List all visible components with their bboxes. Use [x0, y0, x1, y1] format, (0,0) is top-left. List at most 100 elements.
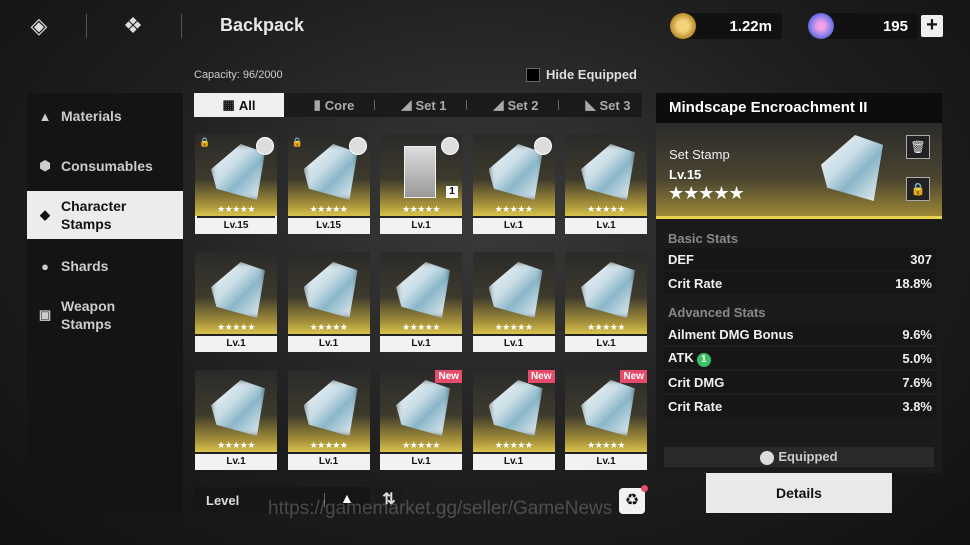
set-icon: ◢ — [401, 97, 412, 112]
stat-value: 307 — [910, 251, 932, 267]
stamp-card[interactable]: 1 ★★★★★ Lv.1 — [380, 134, 462, 234]
card-level: Lv.1 — [472, 336, 555, 352]
card-level: Lv.1 — [565, 218, 647, 234]
tab-set-3[interactable]: ◣ Set 3 — [568, 93, 648, 117]
sidebar-item-character-stamps[interactable]: ◆ Character Stamps — [27, 191, 183, 239]
stamp-card[interactable]: ★★★★★ Lv.1 — [472, 134, 555, 234]
sidebar-item-shards[interactable]: ● Shards — [27, 253, 183, 279]
set-icon: ◢ — [493, 97, 504, 112]
stat-row: Crit Rate 18.8% — [664, 272, 936, 294]
sidebar-item-label: Consumables — [61, 158, 153, 174]
page-title: Backpack — [220, 15, 305, 35]
stamp-card[interactable]: ★★★★★ Lv.1 — [472, 252, 555, 352]
rarity-stars: ★★★★★ — [402, 440, 440, 450]
card-level: Lv.1 — [380, 336, 462, 352]
stat-name: Ailment DMG Bonus — [668, 326, 794, 342]
sidebar-item-consumables[interactable]: ⬢ Consumables — [27, 153, 183, 179]
set-icon: ◣ — [585, 97, 596, 112]
lock-button[interactable]: 🔒 — [906, 177, 930, 201]
item-hero: Set Stamp Lv.15 ★★★★★ 🗑 🔒 — [656, 123, 942, 219]
divider — [86, 14, 87, 38]
item-title: Mindscape Encroachment II — [656, 93, 942, 123]
tab-all[interactable]: ▦ All — [194, 93, 284, 117]
stamp-card[interactable]: ★★★★★ Lv.1 — [565, 252, 647, 352]
tab-core[interactable]: ▮ Core — [294, 93, 374, 117]
equipped-avatar — [348, 137, 367, 155]
stat-value: 3.8% — [902, 398, 932, 414]
card-level: Lv.1 — [380, 218, 462, 234]
stat-name: Crit DMG — [668, 374, 725, 390]
nav-diamond-icon[interactable]: ❖ — [118, 12, 148, 40]
details-button[interactable]: Details — [706, 473, 892, 513]
recycle-button[interactable]: ♻ — [619, 485, 648, 514]
sidebar-item-label: Character Stamps — [61, 198, 127, 232]
menu-diamond-icon[interactable]: ◈ — [24, 12, 54, 40]
new-badge: New — [620, 370, 647, 383]
stat-name: Crit Rate — [668, 398, 723, 414]
stamp-card[interactable]: New ★★★★★ Lv.1 — [380, 370, 462, 470]
sidebar-item-weapon-stamps[interactable]: ▣ Weapon Stamps — [27, 295, 183, 335]
stamp-card[interactable]: ★★★★★ Lv.1 — [380, 252, 462, 352]
trash-button[interactable]: 🗑 — [906, 135, 930, 159]
rarity-stars: ★★★★★ — [217, 440, 255, 450]
stamp-card[interactable]: ★★★★★ Lv.1 — [565, 134, 647, 234]
stamp-grid: 🔒 ★★★★★ Lv.15 🔒 ★★★★★ Lv.15 1 ★★★★★ Lv.1 ★★★★★ Lv.… — [186, 124, 652, 476]
advanced-stats-header: Advanced Stats — [668, 305, 766, 320]
flask-icon: ▲ — [38, 108, 52, 124]
capacity-label: Capacity: 96/2000 — [194, 69, 283, 81]
stamp-card[interactable]: New ★★★★★ Lv.1 — [565, 370, 647, 470]
grid-icon: ▦ — [222, 97, 235, 112]
stat-name: DEF — [668, 251, 694, 267]
rarity-stars: ★★★★★ — [494, 204, 533, 214]
rarity-stars: ★★★★★ — [494, 322, 533, 332]
equipped-label: Equipped — [778, 449, 838, 464]
tab-label: Set 1 — [415, 97, 447, 113]
stamp-image — [821, 135, 883, 201]
lock-icon: 🔒 — [291, 137, 303, 147]
filter-tabs: ▦ All ▮ Core ◢ Set 1 ◢ Set 2 ◣ Set 3 — [194, 93, 642, 117]
person-icon: ● — [41, 258, 49, 274]
item-rarity-stars: ★★★★★ — [668, 183, 745, 203]
rarity-stars: ★★★★★ — [402, 322, 440, 332]
sidebar-item-label: Shards — [61, 258, 109, 274]
hide-equipped-label: Hide Equipped — [546, 67, 637, 82]
stamp-card[interactable]: ★★★★★ Lv.1 — [195, 370, 277, 470]
add-currency-button[interactable]: + — [921, 15, 943, 37]
sidebar-item-label: Weapon Stamps — [61, 298, 116, 332]
tab-set-2[interactable]: ◢ Set 2 — [476, 93, 556, 117]
rarity-stars: ★★★★★ — [402, 204, 440, 214]
stat-value: 18.8% — [895, 275, 932, 291]
stat-row: Crit DMG 7.6% — [664, 371, 936, 393]
gold-currency: 1.22m — [670, 13, 782, 39]
card-level: Lv.15 — [195, 218, 277, 234]
stamp-card[interactable]: ★★★★★ Lv.1 — [195, 252, 277, 352]
card-level: Lv.1 — [287, 454, 370, 470]
hide-equipped-toggle[interactable]: Hide Equipped — [526, 67, 637, 82]
lock-icon: 🔒 — [199, 137, 211, 147]
divider — [374, 100, 375, 110]
card-level: Lv.15 — [287, 218, 370, 234]
stamp-card[interactable]: New ★★★★★ Lv.1 — [472, 370, 555, 470]
card-icon: ▣ — [38, 307, 52, 322]
equipped-indicator: Equipped — [664, 447, 934, 467]
tab-set-1[interactable]: ◢ Set 1 — [384, 93, 464, 117]
hide-equipped-checkbox[interactable] — [526, 67, 540, 82]
avatar — [760, 450, 775, 465]
stamp-card[interactable]: 🔒 ★★★★★ Lv.15 — [195, 134, 277, 234]
equipped-avatar — [256, 137, 274, 155]
card-level: Lv.1 — [287, 336, 370, 352]
rarity-stars: ★★★★★ — [587, 322, 625, 332]
rarity-stars: ★★★★★ — [217, 322, 255, 332]
rarity-stars: ★★★★★ — [587, 204, 625, 214]
divider — [558, 100, 559, 110]
tab-label: Core — [324, 97, 355, 113]
sidebar-item-label: Materials — [61, 108, 122, 124]
stamp-card[interactable]: ★★★★★ Lv.1 — [287, 252, 370, 352]
sidebar-item-materials[interactable]: ▲ Materials — [27, 103, 183, 129]
stamp-card[interactable]: ★★★★★ Lv.1 — [287, 370, 370, 470]
rarity-stars: ★★★★★ — [309, 322, 348, 332]
gold-coin-icon — [670, 13, 696, 39]
stat-value: 7.6% — [902, 374, 932, 390]
equipped-avatar — [533, 137, 552, 155]
stamp-card[interactable]: 🔒 ★★★★★ Lv.15 — [287, 134, 370, 234]
